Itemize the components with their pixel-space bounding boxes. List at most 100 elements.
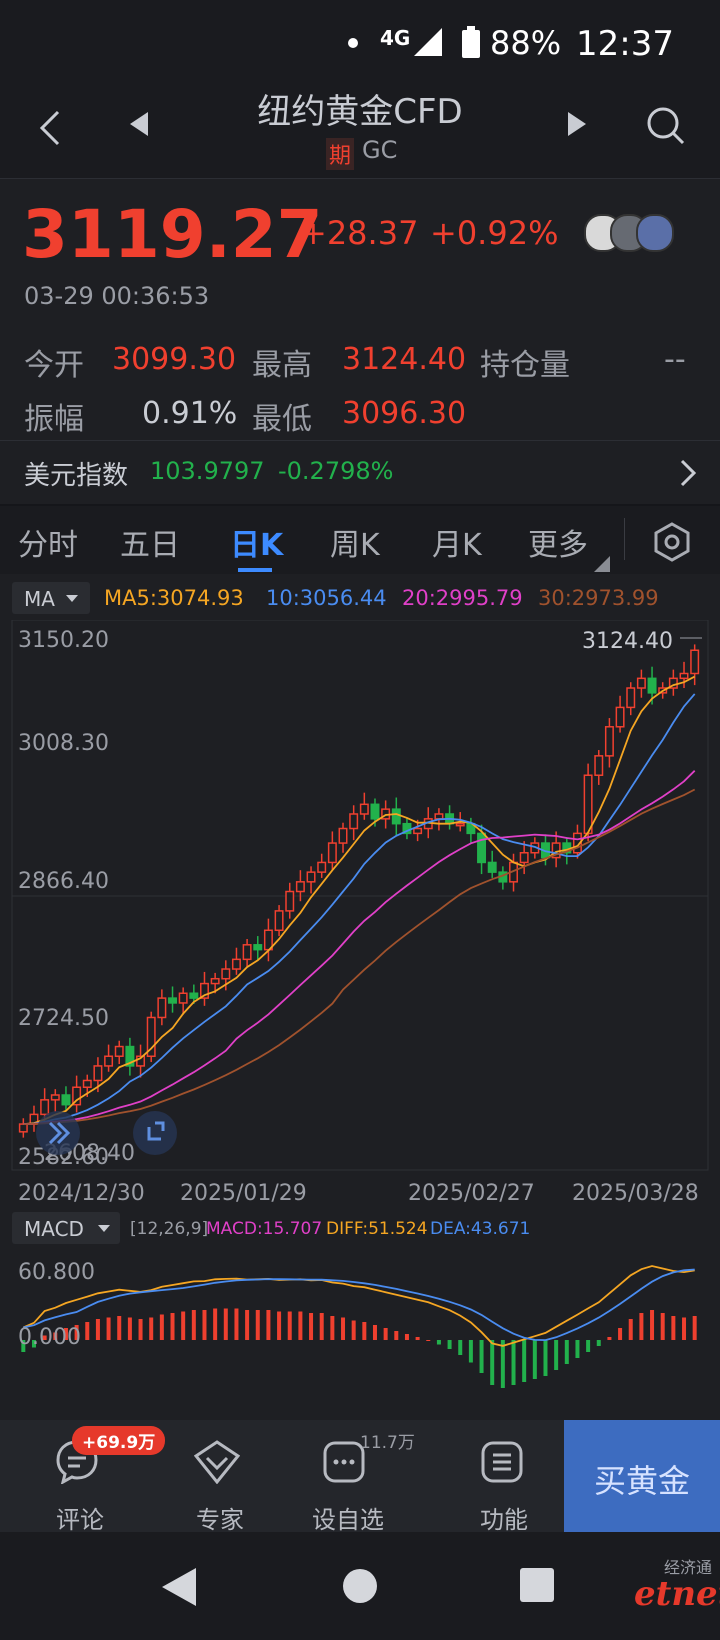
ma20-line xyxy=(23,770,696,1125)
chart-settings-icon[interactable] xyxy=(652,522,692,562)
kline-chart[interactable]: 3150.20 3008.30 2866.40 2724.50 2582.60 … xyxy=(0,620,720,1208)
fullscreen-button[interactable] xyxy=(133,1111,177,1155)
macd-bar xyxy=(223,1308,228,1340)
watchlist-count: 11.7万 xyxy=(360,1433,415,1453)
candle xyxy=(93,1065,103,1082)
macd-bar xyxy=(341,1317,346,1340)
macd-bar xyxy=(468,1340,473,1363)
macd-bar xyxy=(554,1340,559,1370)
candle xyxy=(306,871,316,883)
divider xyxy=(624,518,625,560)
candle xyxy=(647,677,657,694)
avatar-group[interactable] xyxy=(584,214,676,252)
ma5-line xyxy=(23,675,696,1125)
tab-daily-k[interactable]: 日K xyxy=(230,520,283,564)
dea-legend: DEA:43.671 xyxy=(430,1219,531,1239)
macd-bar xyxy=(372,1325,377,1340)
amplitude-label: 振幅 xyxy=(24,402,84,437)
candle xyxy=(349,813,359,830)
candle xyxy=(157,997,167,1019)
macd-bar xyxy=(511,1340,516,1385)
nav-home-icon[interactable] xyxy=(342,1568,378,1604)
macd-bar xyxy=(319,1313,324,1340)
candle xyxy=(210,977,220,985)
macd-bar xyxy=(522,1340,527,1382)
tab-monthly-k[interactable]: 月K xyxy=(432,520,482,564)
macd-bar xyxy=(458,1340,463,1355)
macd-bar xyxy=(682,1317,687,1340)
comment-count-badge: +69.9万 xyxy=(72,1426,166,1455)
ma5-legend: MA5:3074.93 xyxy=(104,586,244,610)
expert-button[interactable]: 专家 xyxy=(168,1428,268,1534)
y-label-mid: 2866.40 xyxy=(18,869,109,894)
macd-bar xyxy=(607,1337,612,1340)
macd-selector[interactable]: MACD xyxy=(12,1212,120,1244)
ma-selector[interactable]: MA xyxy=(12,582,90,614)
candle xyxy=(104,1055,114,1067)
network-label: 4G xyxy=(380,26,411,50)
candle xyxy=(583,774,593,835)
candle xyxy=(285,890,295,912)
macd-bar xyxy=(575,1340,580,1358)
buy-gold-label: 买黄金 xyxy=(593,1462,690,1500)
candle xyxy=(615,706,625,728)
nav-back-icon[interactable] xyxy=(162,1568,196,1606)
tab-intraday[interactable]: 分时 xyxy=(18,520,78,564)
low-label: 最低 xyxy=(252,402,312,437)
macd-bar xyxy=(234,1308,239,1340)
expert-label: 专家 xyxy=(196,1506,244,1534)
quote-timestamp: 03-29 00:36:53 xyxy=(24,282,210,310)
macd-bar xyxy=(277,1311,282,1340)
nav-recents-icon[interactable] xyxy=(520,1568,554,1602)
signal-icon xyxy=(414,28,442,56)
candle xyxy=(82,1079,92,1088)
macd-bar xyxy=(639,1313,644,1340)
macd-chart[interactable]: 60.800 0.000 xyxy=(0,1250,720,1420)
diff-legend: DIFF:51.524 xyxy=(326,1219,428,1239)
tab-weekly-k[interactable]: 周K xyxy=(330,520,380,564)
macd-bar xyxy=(106,1317,111,1340)
candle xyxy=(455,822,465,827)
price-change: +28.37 xyxy=(300,214,419,252)
open-value: 3099.30 xyxy=(112,342,237,377)
watchlist-label: 设自选 xyxy=(312,1506,384,1534)
add-watchlist-button[interactable]: 设自选 11.7万 xyxy=(300,1428,420,1534)
next-instrument-icon[interactable] xyxy=(566,112,586,136)
macd-bar xyxy=(287,1311,292,1340)
macd-bar xyxy=(564,1340,569,1364)
usd-index-change: -0.2798% xyxy=(278,457,394,485)
scroll-left-button[interactable] xyxy=(36,1111,80,1155)
search-icon[interactable] xyxy=(646,106,686,146)
x-label-4: 2025/03/28 xyxy=(572,1181,699,1206)
divider xyxy=(0,178,720,179)
comment-label: 评论 xyxy=(56,1506,104,1534)
buy-gold-button[interactable]: 买黄金 xyxy=(564,1420,720,1532)
macd-bar xyxy=(170,1313,175,1340)
tab-5day[interactable]: 五日 xyxy=(120,520,180,564)
tab-more[interactable]: 更多 xyxy=(528,520,588,564)
candle xyxy=(317,861,327,873)
candle xyxy=(274,910,284,932)
y-label-2: 3008.30 xyxy=(18,731,109,756)
candle xyxy=(114,1045,124,1057)
ma30-line xyxy=(23,788,696,1125)
usd-index-row[interactable]: 美元指数 103.9797 -0.2798% xyxy=(0,441,720,503)
candle xyxy=(626,687,636,709)
system-nav-bar: 经济通 etnet xyxy=(0,1532,720,1640)
candle xyxy=(168,997,177,1004)
macd-y-label-zero: 0.000 xyxy=(18,1325,81,1350)
candle xyxy=(178,992,188,1004)
macd-bar xyxy=(404,1334,409,1340)
dropdown-icon xyxy=(98,1225,110,1232)
macd-bar xyxy=(596,1340,601,1346)
avatar xyxy=(636,214,674,252)
function-button[interactable]: 功能 xyxy=(452,1428,552,1534)
macd-bar xyxy=(298,1311,303,1340)
clock: 12:37 xyxy=(576,24,674,64)
candle xyxy=(519,852,529,864)
candle xyxy=(221,968,231,980)
candle xyxy=(231,958,241,970)
ma10-legend: 10:3056.44 xyxy=(266,586,387,610)
macd-bar xyxy=(436,1340,441,1345)
ma10-line xyxy=(23,693,696,1125)
